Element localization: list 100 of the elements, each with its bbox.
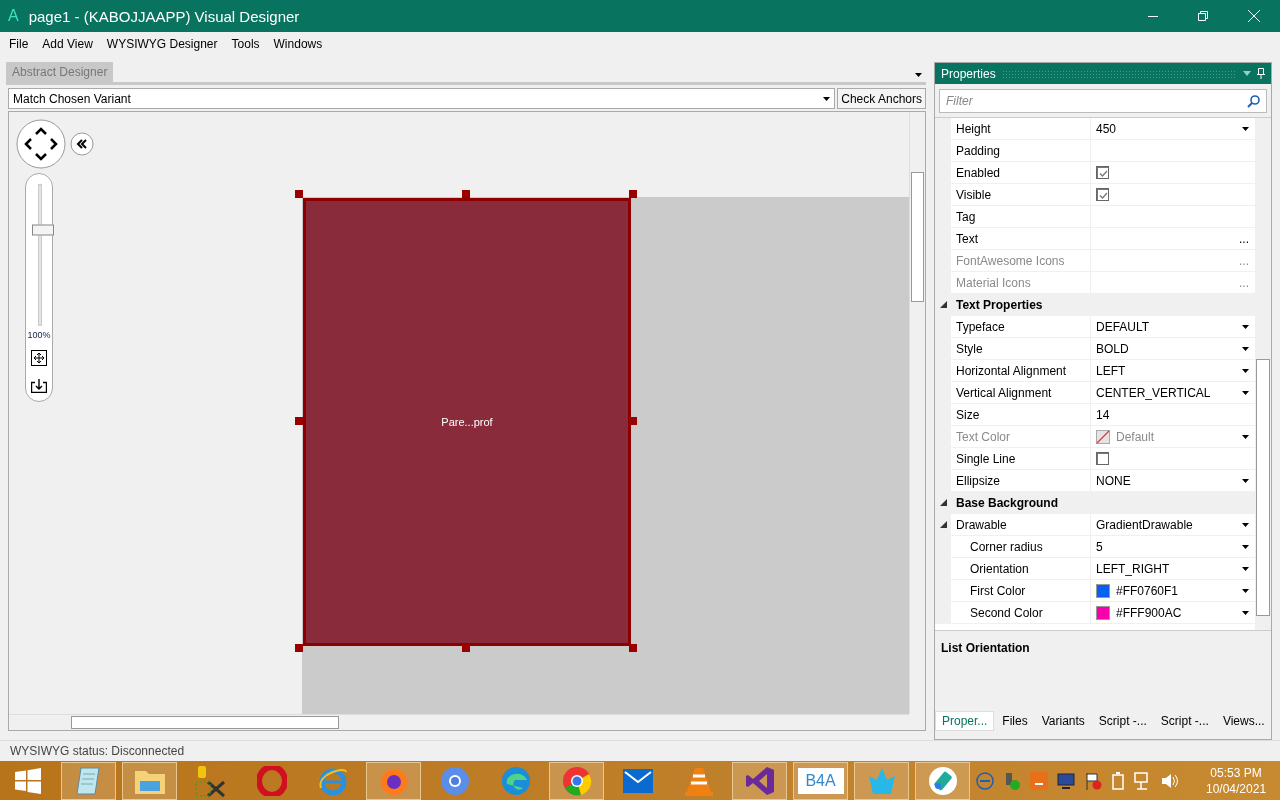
vertical-scrollbar[interactable] [909, 112, 925, 714]
property-value[interactable]: 14 [1096, 407, 1110, 422]
taskbar-button[interactable] [366, 762, 421, 800]
collapse-arrow-icon[interactable] [939, 301, 947, 308]
menu-item[interactable]: Tools [224, 37, 267, 51]
property-row[interactable]: Tag [935, 206, 1255, 228]
property-value[interactable]: #FFF900AC [1116, 605, 1182, 620]
dropdown-arrow-icon[interactable] [1242, 324, 1249, 329]
property-row[interactable]: Single Line [935, 448, 1255, 470]
resize-handle[interactable] [629, 190, 637, 198]
property-value[interactable]: LEFT [1096, 363, 1126, 378]
property-value[interactable]: 450 [1096, 121, 1117, 136]
taskbar-button[interactable] [732, 762, 787, 800]
panel-view[interactable]: Pare...prof [303, 198, 631, 646]
download-icon[interactable] [31, 377, 47, 393]
dropdown-arrow-icon[interactable] [1242, 522, 1249, 527]
collapse-arrow-icon[interactable] [939, 521, 947, 528]
dropdown-arrow-icon[interactable] [1242, 478, 1249, 483]
zoom-slider-thumb[interactable] [32, 224, 54, 236]
property-value[interactable]: LEFT_RIGHT [1096, 561, 1170, 576]
status-text: WYSIWYG status: Disconnected [10, 744, 185, 758]
speaker-icon[interactable] [1161, 772, 1179, 790]
resize-handle[interactable] [629, 417, 637, 425]
property-value[interactable]: 5 [1096, 539, 1103, 554]
resize-handle[interactable] [462, 190, 470, 198]
property-row[interactable]: Drawable GradientDrawable [935, 514, 1255, 536]
dropdown-arrow-icon[interactable] [1242, 390, 1249, 395]
dropdown-arrow-icon[interactable] [1242, 610, 1249, 615]
property-value[interactable]: BOLD [1096, 341, 1129, 356]
monitor-icon[interactable] [1057, 772, 1075, 790]
section-row[interactable]: Text Properties [935, 294, 1255, 316]
dropdown-arrow-icon[interactable] [1242, 544, 1249, 549]
property-value[interactable]: NONE [1096, 473, 1131, 488]
property-row[interactable]: First Color #FF0760F1 [935, 580, 1255, 602]
property-row[interactable]: Text ... [935, 228, 1255, 250]
dropdown-arrow-icon[interactable] [1242, 126, 1249, 131]
search-icon[interactable] [1247, 94, 1260, 108]
checkbox[interactable] [1096, 188, 1109, 201]
color-swatch[interactable] [1096, 583, 1110, 598]
traffic-cone-icon [684, 766, 713, 796]
variant-dropdown[interactable]: Match Chosen Variant [8, 88, 836, 109]
dropdown-arrow-icon[interactable] [1242, 588, 1249, 593]
property-row[interactable]: Style BOLD [935, 338, 1255, 360]
resize-handle[interactable] [462, 644, 470, 652]
property-row[interactable]: Visible [935, 184, 1255, 206]
fit-icon[interactable] [31, 350, 47, 366]
panel-tab[interactable]: Files [996, 712, 1034, 730]
resize-handle[interactable] [295, 644, 303, 652]
panel-tab[interactable]: Variants [1035, 712, 1091, 730]
checkbox[interactable] [1096, 166, 1109, 179]
pin-icon[interactable] [1257, 68, 1265, 79]
checkbox[interactable] [1096, 452, 1109, 465]
horizontal-scrollbar[interactable] [9, 714, 909, 730]
check-anchors-button[interactable]: Check Anchors [837, 88, 926, 109]
property-value[interactable]: CENTER_VERTICAL [1096, 385, 1211, 400]
panel-tab[interactable]: Script -... [1092, 712, 1153, 730]
property-value[interactable]: GradientDrawable [1096, 517, 1193, 532]
close-icon[interactable] [1248, 10, 1260, 22]
property-row[interactable]: Second Color #FFF900AC [935, 602, 1255, 624]
collapse-icon[interactable] [70, 132, 94, 156]
tray-app-icon[interactable] [1030, 772, 1048, 790]
taskbar-button[interactable]: B4A [793, 762, 848, 800]
property-row[interactable]: Padding [935, 140, 1255, 162]
dropdown-arrow-icon[interactable] [1242, 346, 1249, 351]
pan-control-icon[interactable] [16, 119, 66, 169]
property-row[interactable]: Height 450 [935, 118, 1255, 140]
plug-check-icon[interactable] [1003, 772, 1021, 790]
property-label: Ellipsize [956, 473, 1000, 488]
color-swatch[interactable] [1096, 605, 1110, 620]
ellipsis-button[interactable]: ... [1239, 231, 1249, 246]
dropdown-arrow-icon[interactable] [823, 96, 831, 101]
resize-handle[interactable] [629, 644, 637, 652]
property-value[interactable]: DEFAULT [1096, 319, 1150, 334]
property-row[interactable]: Vertical Alignment CENTER_VERTICAL [935, 382, 1255, 404]
panel-tab[interactable]: Views... [1216, 712, 1271, 730]
menu-item[interactable]: WYSIWYG Designer [99, 37, 225, 51]
restore-icon[interactable] [1198, 11, 1208, 21]
flag-error-icon[interactable] [1084, 772, 1102, 790]
property-row[interactable]: Typeface DEFAULT [935, 316, 1255, 338]
section-row[interactable]: Base Background [935, 492, 1255, 514]
menu-item[interactable]: Windows [266, 37, 330, 51]
collapse-arrow-icon[interactable] [939, 499, 947, 506]
panel-tab[interactable]: Proper... [935, 711, 995, 731]
menu-item[interactable]: Add View [35, 37, 100, 51]
dropdown-arrow-icon[interactable] [1242, 368, 1249, 373]
resize-handle[interactable] [295, 417, 303, 425]
dropdown-arrow-icon[interactable] [1242, 566, 1249, 571]
battery-icon[interactable] [1111, 772, 1125, 790]
property-row[interactable]: Corner radius 5 [935, 536, 1255, 558]
menu-item[interactable]: File [2, 37, 36, 51]
filter-field[interactable]: Filter [939, 89, 1267, 113]
resize-handle[interactable] [295, 190, 303, 198]
property-row[interactable]: Horizontal Alignment LEFT [935, 360, 1255, 382]
panel-tab[interactable]: Script -... [1154, 712, 1215, 730]
pane-menu-icon[interactable] [915, 73, 922, 77]
property-value[interactable]: #FF0760F1 [1116, 583, 1179, 598]
property-row[interactable]: Size 14 [935, 404, 1255, 426]
property-row[interactable]: Orientation LEFT_RIGHT [935, 558, 1255, 580]
property-row[interactable]: Enabled [935, 162, 1255, 184]
app-logo: B4A [797, 768, 844, 794]
